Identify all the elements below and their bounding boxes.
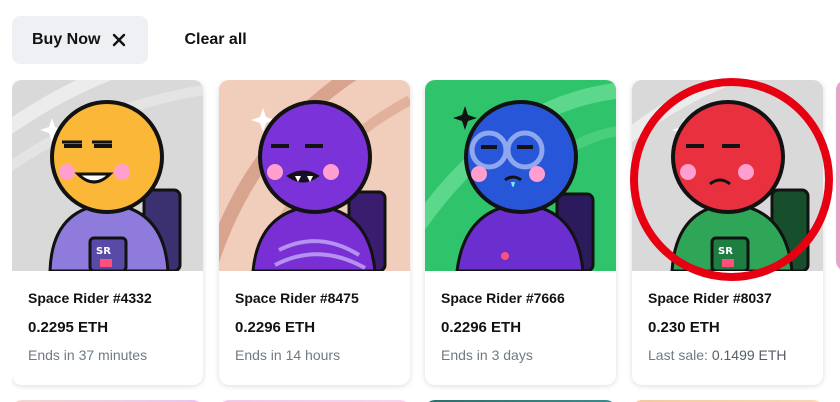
auction-time-remaining: Ends in 37 minutes [28, 347, 148, 363]
svg-text:SR: SR [96, 246, 111, 257]
nft-name[interactable]: Space Rider #8475 [235, 290, 359, 306]
last-sale-value: 0.1499 ETH [711, 347, 787, 363]
last-sale-label: Last sale: [648, 347, 712, 363]
nft-price: 0.2295 ETH [28, 319, 109, 336]
nft-card[interactable]: Space Rider #8475 0.2296 ETH Ends in 14 … [219, 80, 410, 385]
auction-time-remaining: Ends in 14 hours [235, 347, 341, 363]
nft-image[interactable]: SR [12, 80, 203, 271]
nft-image[interactable] [219, 80, 410, 271]
last-sale: Last sale: 0.1499 ETH [648, 347, 787, 363]
filter-bar: Buy Now Clear all [12, 16, 247, 64]
nft-card-partial[interactable] [836, 80, 840, 271]
nft-price: 0.2296 ETH [235, 319, 316, 336]
nft-image[interactable]: SR [632, 80, 823, 271]
buy-now-filter-chip[interactable]: Buy Now [12, 16, 149, 64]
nft-price: 0.2296 ETH [441, 319, 522, 336]
nft-name[interactable]: Space Rider #7666 [441, 290, 565, 306]
card-details: Space Rider #4332 0.2295 ETH Ends in 37 … [12, 271, 203, 385]
nft-grid: SR Space Rider #4332 0.2295 ETH Ends in … [12, 80, 840, 402]
card-details: Space Rider #7666 0.2296 ETH Ends in 3 d… [425, 271, 616, 385]
clear-all-button[interactable]: Clear all [184, 31, 246, 49]
nft-name[interactable]: Space Rider #4332 [28, 290, 152, 306]
nft-card[interactable]: Space Rider #7666 0.2296 ETH Ends in 3 d… [425, 80, 616, 385]
card-details: Space Rider #8037 0.230 ETH Last sale: 0… [632, 271, 823, 385]
nft-price: 0.230 ETH [648, 319, 720, 336]
nft-image[interactable] [425, 80, 616, 271]
svg-text:SR: SR [718, 246, 733, 257]
card-details: Space Rider #8475 0.2296 ETH Ends in 14 … [219, 271, 410, 385]
nft-card[interactable]: SR Space Rider #8037 0.230 ETH Last sale… [632, 80, 823, 385]
filter-chip-label: Buy Now [32, 31, 101, 48]
nft-name[interactable]: Space Rider #8037 [648, 290, 772, 306]
nft-card[interactable]: SR Space Rider #4332 0.2295 ETH Ends in … [12, 80, 203, 385]
auction-time-remaining: Ends in 3 days [441, 347, 533, 363]
close-icon[interactable] [112, 33, 126, 47]
